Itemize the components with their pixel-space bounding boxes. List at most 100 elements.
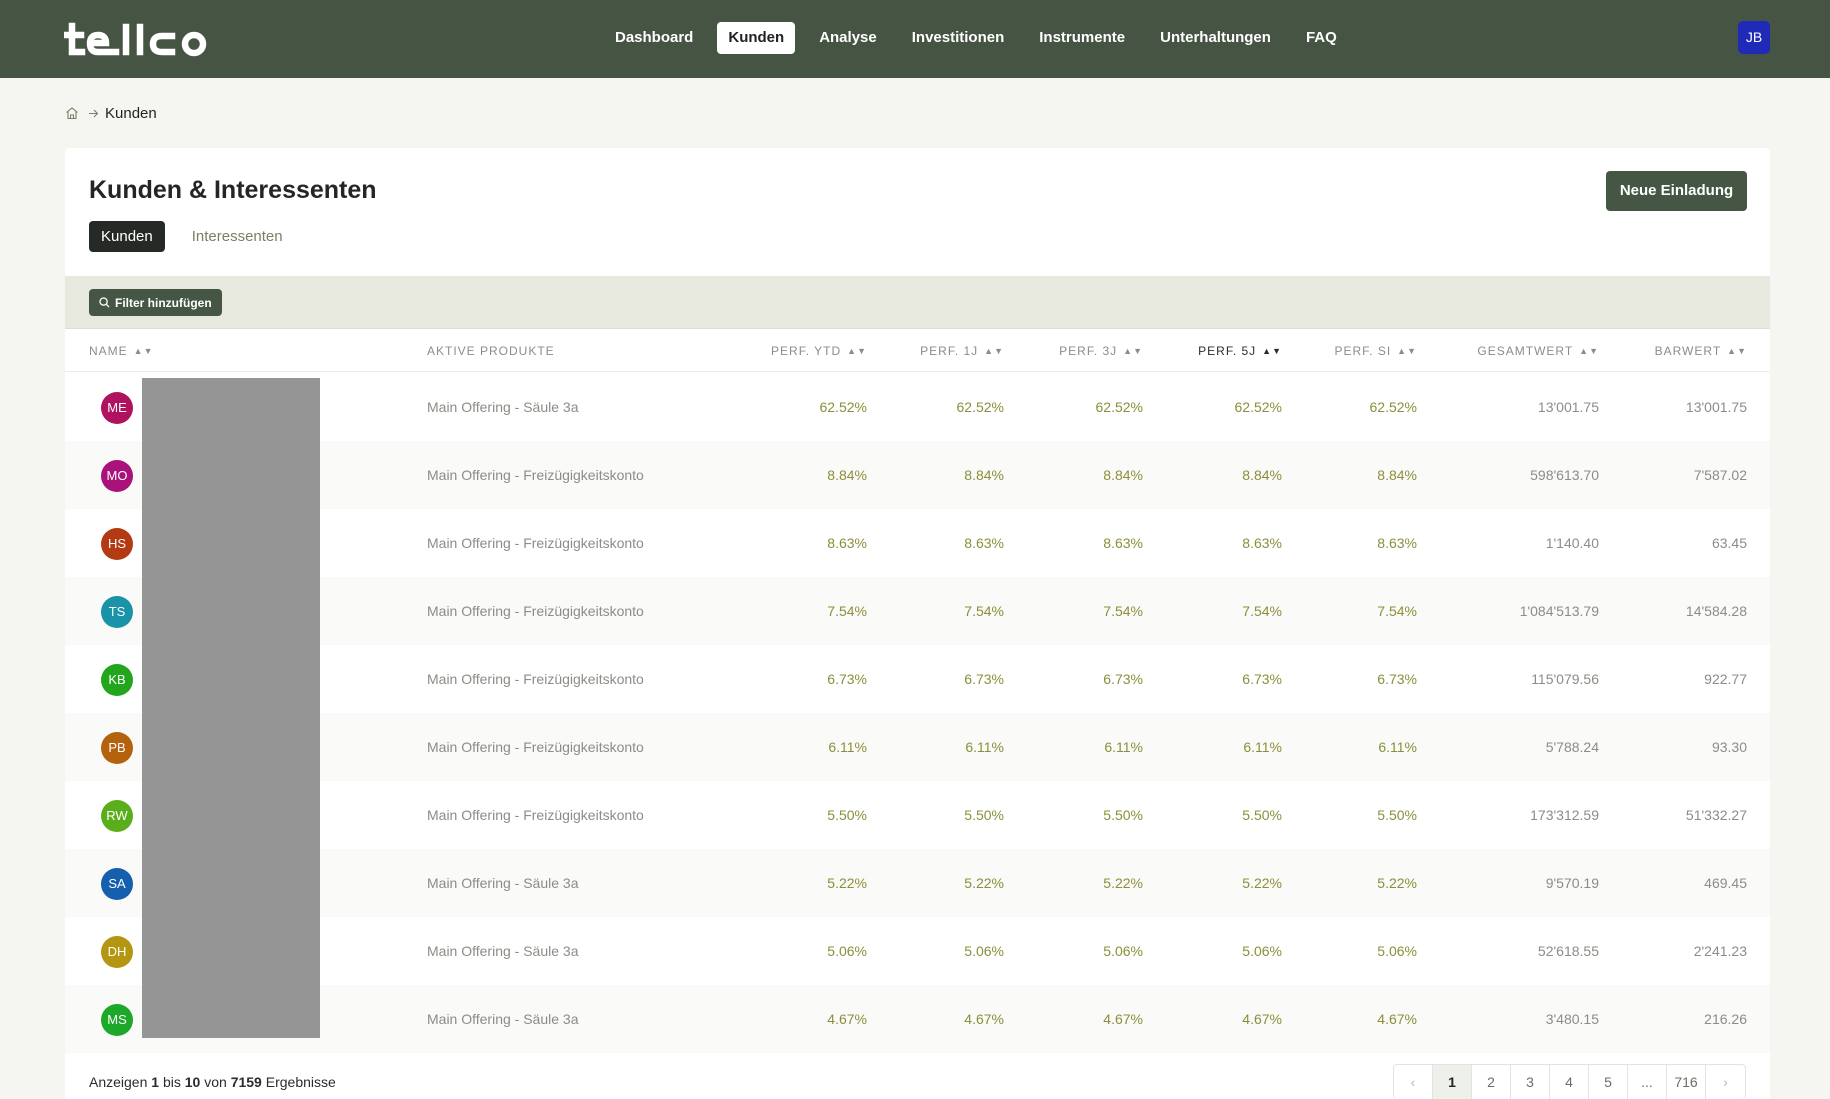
cell-total-value: 52'618.55 xyxy=(1537,943,1599,959)
cell-cash-value: 216.26 xyxy=(1704,1011,1747,1027)
customer-avatar: MO xyxy=(101,460,133,492)
cell-perf-si: 8.84% xyxy=(1377,467,1417,483)
add-filter-button[interactable]: Filter hinzufügen xyxy=(89,289,222,316)
previous-page-button[interactable]: ‹ xyxy=(1394,1065,1433,1099)
cell-cash-value: 14'584.28 xyxy=(1685,603,1747,619)
cell-perf-1j: 5.06% xyxy=(964,943,1004,959)
cell-perf-5j: 8.63% xyxy=(1242,535,1282,551)
customer-avatar: ME xyxy=(101,392,133,424)
table-row[interactable]: ME Main Offering - Säule 3a 62.52% 62.52% 62… xyxy=(65,373,1770,441)
table-row[interactable]: KB Main Offering - Freizügigkeitskonto 6.7… xyxy=(65,645,1770,713)
sort-icon: ▲▼ xyxy=(133,346,154,356)
nav-instrumente[interactable]: Instrumente xyxy=(1028,22,1136,54)
pagination: ‹ 1 2 3 4 5 ... 716 › xyxy=(1393,1064,1746,1099)
column-header-perf-5j[interactable]: PERF. 5J ▲▼ xyxy=(1198,330,1282,372)
cell-perf-si: 6.73% xyxy=(1377,671,1417,687)
page-button-last[interactable]: 716 xyxy=(1667,1065,1706,1099)
cell-active-products: Main Offering - Freizügigkeitskonto xyxy=(427,535,644,551)
tellco-logo[interactable] xyxy=(64,14,214,64)
results-from: 1 xyxy=(151,1074,160,1090)
column-header-label: AKTIVE PRODUKTE xyxy=(427,344,555,358)
table-row[interactable]: SA Main Offering - Säule 3a 5.22% 5.22% 5.22… xyxy=(65,849,1770,917)
column-header-perf-si[interactable]: PERF. SI ▲▼ xyxy=(1334,330,1417,372)
main-nav: Dashboard Kunden Analyse Investitionen I… xyxy=(604,22,1361,54)
sort-icon: ▲▼ xyxy=(1397,346,1417,356)
column-header-name[interactable]: NAME ▲▼ xyxy=(89,330,154,372)
table-row[interactable]: RW Main Offering - Freizügigkeitskonto 5.5… xyxy=(65,781,1770,849)
nav-investitionen[interactable]: Investitionen xyxy=(901,22,1016,54)
cell-perf-1j: 5.50% xyxy=(964,807,1004,823)
customer-avatar: TS xyxy=(101,596,133,628)
table-row[interactable]: PB Main Offering - Freizügigkeitskonto 6.1… xyxy=(65,713,1770,781)
tab-kunden[interactable]: Kunden xyxy=(89,221,165,252)
customer-tabs: Kunden Interessenten xyxy=(89,221,310,252)
table-row[interactable]: HS Main Offering - Freizügigkeitskonto 8.6… xyxy=(65,509,1770,577)
new-invitation-button[interactable]: Neue Einladung xyxy=(1606,171,1747,211)
table-row[interactable]: MS Main Offering - Säule 3a 4.67% 4.67% 4.67… xyxy=(65,985,1770,1053)
cell-cash-value: 63.45 xyxy=(1711,535,1747,551)
page-ellipsis: ... xyxy=(1628,1065,1667,1099)
cell-active-products: Main Offering - Säule 3a xyxy=(427,943,579,959)
cell-perf-1j: 8.63% xyxy=(964,535,1004,551)
cell-active-products: Main Offering - Säule 3a xyxy=(427,399,579,415)
nav-kunden[interactable]: Kunden xyxy=(717,22,796,54)
add-filter-label: Filter hinzufügen xyxy=(115,295,212,310)
cell-perf-5j: 7.54% xyxy=(1242,603,1282,619)
results-prefix: Anzeigen xyxy=(89,1074,148,1090)
table-row[interactable]: DH Main Offering - Säule 3a 5.06% 5.06% 5.06… xyxy=(65,917,1770,985)
cell-active-products: Main Offering - Freizügigkeitskonto xyxy=(427,807,644,823)
cell-perf-ytd: 62.52% xyxy=(819,399,867,415)
cell-total-value: 598'613.70 xyxy=(1530,467,1599,483)
column-header-perf-1j[interactable]: PERF. 1J ▲▼ xyxy=(920,330,1004,372)
column-header-perf-ytd[interactable]: PERF. YTD ▲▼ xyxy=(771,330,867,372)
arrow-right-icon xyxy=(89,109,99,117)
page-button-5[interactable]: 5 xyxy=(1589,1065,1628,1099)
sort-icon: ▲▼ xyxy=(984,346,1004,356)
page-button-3[interactable]: 3 xyxy=(1511,1065,1550,1099)
sort-icon: ▲▼ xyxy=(1727,346,1747,356)
nav-dashboard[interactable]: Dashboard xyxy=(604,22,704,54)
cell-active-products: Main Offering - Säule 3a xyxy=(427,1011,579,1027)
column-header-total-value[interactable]: GESAMTWERT ▲▼ xyxy=(1477,330,1599,372)
cell-perf-si: 6.11% xyxy=(1378,739,1417,755)
cell-perf-3j: 6.11% xyxy=(1104,739,1143,755)
cell-perf-ytd: 5.06% xyxy=(827,943,867,959)
nav-unterhaltungen[interactable]: Unterhaltungen xyxy=(1149,22,1282,54)
cell-perf-si: 62.52% xyxy=(1369,399,1417,415)
cell-perf-ytd: 8.84% xyxy=(827,467,867,483)
next-page-button[interactable]: › xyxy=(1706,1065,1745,1099)
cell-total-value: 115'079.56 xyxy=(1531,671,1599,687)
cell-perf-1j: 7.54% xyxy=(964,603,1004,619)
sort-icon: ▲▼ xyxy=(1262,346,1282,356)
page-button-1[interactable]: 1 xyxy=(1433,1065,1472,1099)
sort-icon: ▲▼ xyxy=(1123,346,1143,356)
nav-analyse[interactable]: Analyse xyxy=(808,22,888,54)
cell-perf-5j: 5.50% xyxy=(1242,807,1282,823)
cell-total-value: 1'084'513.79 xyxy=(1519,603,1599,619)
cell-total-value: 3'480.15 xyxy=(1545,1011,1599,1027)
cell-total-value: 13'001.75 xyxy=(1537,399,1599,415)
home-icon[interactable] xyxy=(65,106,79,120)
top-navigation-bar: Dashboard Kunden Analyse Investitionen I… xyxy=(0,0,1830,78)
page-button-4[interactable]: 4 xyxy=(1550,1065,1589,1099)
breadcrumb: Kunden xyxy=(65,104,157,122)
cell-total-value: 1'140.40 xyxy=(1545,535,1599,551)
results-to: 10 xyxy=(184,1074,201,1090)
tab-interessenten[interactable]: Interessenten xyxy=(180,221,295,252)
column-header-perf-3j[interactable]: PERF. 3J ▲▼ xyxy=(1059,330,1143,372)
results-total: 7159 xyxy=(230,1074,262,1090)
cell-perf-5j: 6.11% xyxy=(1243,739,1282,755)
cell-cash-value: 922.77 xyxy=(1704,671,1747,687)
table-row[interactable]: TS Main Offering - Freizügigkeitskonto 7.5… xyxy=(65,577,1770,645)
filter-bar: Filter hinzufügen xyxy=(65,276,1770,329)
page-title: Kunden & Interessenten xyxy=(89,176,377,204)
nav-faq[interactable]: FAQ xyxy=(1295,22,1348,54)
cell-perf-ytd: 8.63% xyxy=(827,535,867,551)
table-row[interactable]: MO Main Offering - Freizügigkeitskonto 8.8… xyxy=(65,441,1770,509)
cell-perf-3j: 4.67% xyxy=(1103,1011,1143,1027)
column-header-cash-value[interactable]: BARWERT ▲▼ xyxy=(1655,330,1747,372)
customers-card: Kunden & Interessenten Neue Einladung Ku… xyxy=(65,148,1770,1099)
sort-icon: ▲▼ xyxy=(847,346,867,356)
page-button-2[interactable]: 2 xyxy=(1472,1065,1511,1099)
user-avatar-button[interactable]: JB xyxy=(1738,21,1770,54)
